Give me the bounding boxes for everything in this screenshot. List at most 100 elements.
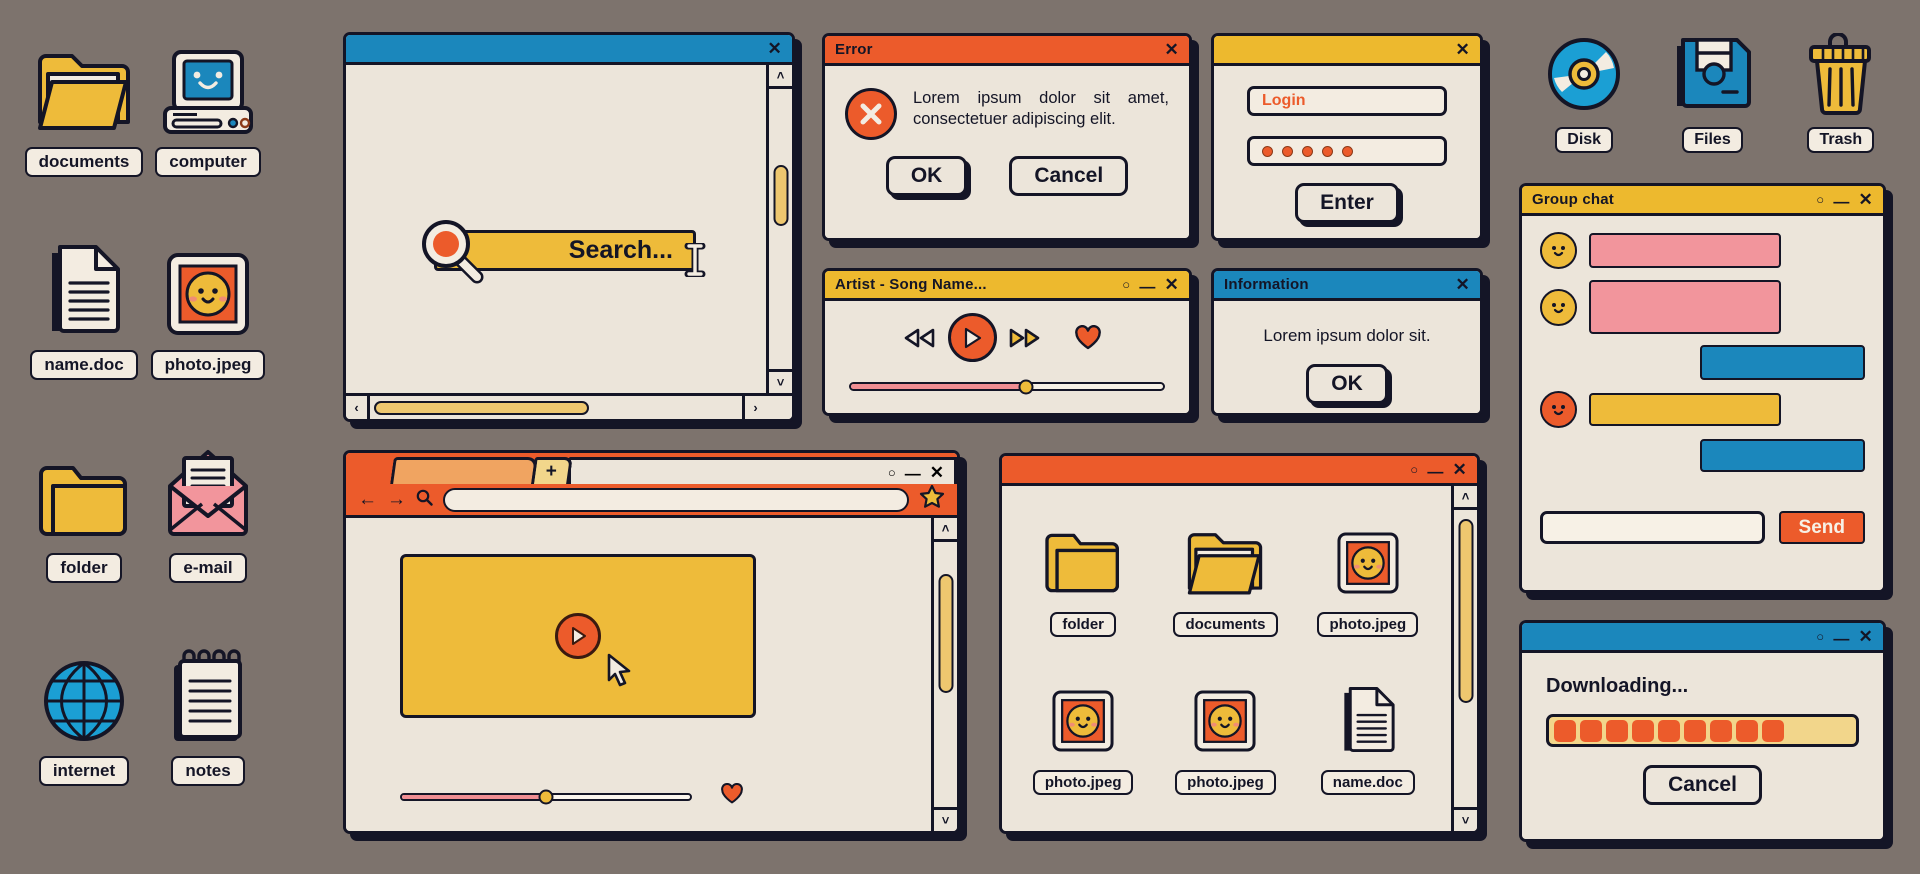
scroll-down-icon[interactable]: ˅ [769, 369, 792, 393]
window-controls[interactable]: ○ — ✕ [1816, 628, 1873, 647]
scroll-track[interactable] [769, 89, 792, 369]
scroll-track[interactable] [1454, 510, 1477, 807]
file-item-photo-1[interactable]: photo.jpeg [1297, 500, 1439, 659]
close-icon[interactable]: ✕ [1859, 628, 1873, 645]
password-field[interactable] [1247, 136, 1447, 166]
cancel-button[interactable]: Cancel [1009, 156, 1129, 196]
music-player-window[interactable]: Artist - Song Name... ○ — ✕ [822, 268, 1192, 416]
window-controls[interactable]: ○ — ✕ [888, 464, 944, 483]
login-window-titlebar[interactable]: ✕ [1214, 36, 1480, 66]
downloading-window[interactable]: ○ — ✕ Downloading... Cancel [1519, 620, 1886, 842]
search-icon[interactable] [416, 489, 433, 511]
scroll-track[interactable] [934, 542, 957, 807]
enter-button[interactable]: Enter [1295, 183, 1399, 223]
desktop-icon-internet[interactable]: internet [22, 639, 146, 842]
window-controls[interactable]: ○ — ✕ [1410, 461, 1467, 481]
window-controls[interactable]: ✕ [1456, 41, 1470, 58]
minimize-icon[interactable]: — [905, 467, 921, 483]
file-item-photo-3[interactable]: photo.jpeg [1154, 659, 1296, 818]
minimize-icon[interactable]: — [1427, 464, 1443, 481]
browser-tab-active[interactable] [390, 457, 538, 484]
browser-vertical-scrollbar[interactable]: ˄ ˅ [931, 518, 957, 831]
scroll-thumb[interactable] [938, 573, 953, 694]
music-progress-slider[interactable] [849, 379, 1165, 394]
music-player-titlebar[interactable]: Artist - Song Name... ○ — ✕ [825, 271, 1189, 301]
url-input[interactable] [443, 487, 909, 512]
file-item-photo-2[interactable]: photo.jpeg [1012, 659, 1154, 818]
window-controls[interactable]: ✕ [1165, 41, 1179, 58]
send-button[interactable]: Send [1778, 511, 1865, 544]
error-dialog[interactable]: Error ✕ Lorem ipsum dolor sit amet, cons… [822, 33, 1192, 241]
restore-icon[interactable]: ○ [1816, 193, 1824, 206]
scroll-left-icon[interactable]: ‹ [346, 396, 370, 419]
browser-window[interactable]: + ○ — ✕ ← → ˄ ˅ [343, 450, 960, 834]
video-play-button[interactable] [555, 613, 601, 659]
search-window[interactable]: ✕ Search... ˄ ˅ ‹ › [343, 32, 795, 422]
bookmark-star-icon[interactable] [919, 484, 945, 515]
desktop-icon-folder[interactable]: folder [22, 436, 146, 639]
chat-message-input[interactable] [1540, 511, 1765, 544]
scroll-up-icon[interactable]: ˄ [934, 518, 957, 542]
group-chat-window[interactable]: Group chat ○ — ✕ Send [1519, 183, 1886, 593]
close-icon[interactable]: ✕ [1453, 461, 1467, 478]
scroll-thumb[interactable] [773, 164, 788, 227]
close-icon[interactable]: ✕ [1165, 41, 1179, 58]
back-icon[interactable]: ← [358, 489, 377, 511]
like-button[interactable] [720, 782, 744, 810]
close-icon[interactable]: ✕ [1859, 191, 1873, 208]
scroll-up-icon[interactable]: ˄ [769, 65, 792, 89]
desktop-icon-computer[interactable]: computer [146, 30, 270, 233]
file-explorer-vertical-scrollbar[interactable]: ˄ ˅ [1451, 486, 1477, 831]
next-track-button[interactable] [997, 327, 1053, 349]
scroll-track-horizontal[interactable] [370, 396, 742, 419]
restore-icon[interactable]: ○ [1410, 463, 1418, 476]
scroll-thumb[interactable] [1458, 518, 1473, 704]
desktop-icon-email[interactable]: e-mail [146, 436, 270, 639]
ok-button[interactable]: OK [885, 156, 968, 196]
close-icon[interactable]: ✕ [1456, 276, 1470, 293]
file-item-folder[interactable]: folder [1012, 500, 1154, 659]
desktop-icon-documents[interactable]: documents [22, 30, 146, 233]
information-dialog[interactable]: Information ✕ Lorem ipsum dolor sit. OK [1211, 268, 1483, 416]
desktop-icon-name-doc[interactable]: name.doc [22, 233, 146, 436]
desktop-icon-notes[interactable]: notes [146, 639, 270, 842]
scroll-down-icon[interactable]: ˅ [1454, 807, 1477, 831]
restore-icon[interactable]: ○ [1122, 278, 1130, 291]
close-icon[interactable]: ✕ [930, 464, 944, 481]
file-item-documents[interactable]: documents [1154, 500, 1296, 659]
cancel-button[interactable]: Cancel [1643, 765, 1762, 805]
close-icon[interactable]: ✕ [1165, 276, 1179, 293]
file-explorer-titlebar[interactable]: ○ — ✕ [1002, 456, 1477, 486]
search-input[interactable]: Search... [422, 220, 706, 284]
system-icon-files[interactable]: Files [1648, 30, 1776, 158]
restore-icon[interactable]: ○ [1816, 630, 1824, 643]
downloading-titlebar[interactable]: ○ — ✕ [1522, 623, 1883, 653]
search-window-titlebar[interactable]: ✕ [346, 35, 792, 65]
restore-icon[interactable]: ○ [888, 466, 896, 479]
window-controls[interactable]: ✕ [768, 40, 782, 57]
search-vertical-scrollbar[interactable]: ˄ ˅ [766, 65, 792, 393]
group-chat-titlebar[interactable]: Group chat ○ — ✕ [1522, 186, 1883, 216]
video-progress-slider[interactable] [400, 789, 692, 805]
close-icon[interactable]: ✕ [768, 40, 782, 57]
error-dialog-titlebar[interactable]: Error ✕ [825, 36, 1189, 66]
ok-button[interactable]: OK [1306, 364, 1388, 404]
window-controls[interactable]: ○ — ✕ [1122, 276, 1179, 296]
progress-knob[interactable] [538, 789, 554, 805]
login-window[interactable]: ✕ Login Enter [1211, 33, 1483, 241]
window-controls[interactable]: ✕ [1456, 276, 1470, 293]
minimize-icon[interactable]: — [1139, 279, 1155, 296]
search-horizontal-scrollbar[interactable]: ‹ › [346, 393, 792, 419]
play-button[interactable] [947, 313, 997, 362]
system-icon-disk[interactable]: Disk [1520, 30, 1648, 158]
scroll-right-icon[interactable]: › [742, 396, 766, 419]
new-tab-button[interactable]: + [531, 457, 573, 484]
progress-knob[interactable] [1018, 379, 1034, 394]
system-icon-trash[interactable]: Trash [1777, 30, 1905, 158]
close-icon[interactable]: ✕ [1456, 41, 1470, 58]
username-field[interactable]: Login [1247, 86, 1447, 116]
video-player[interactable] [400, 554, 756, 718]
forward-icon[interactable]: → [387, 489, 406, 511]
file-explorer-window[interactable]: ○ — ✕ folder documents photo.jpeg photo.… [999, 453, 1480, 834]
scroll-thumb-horizontal[interactable] [373, 400, 590, 415]
